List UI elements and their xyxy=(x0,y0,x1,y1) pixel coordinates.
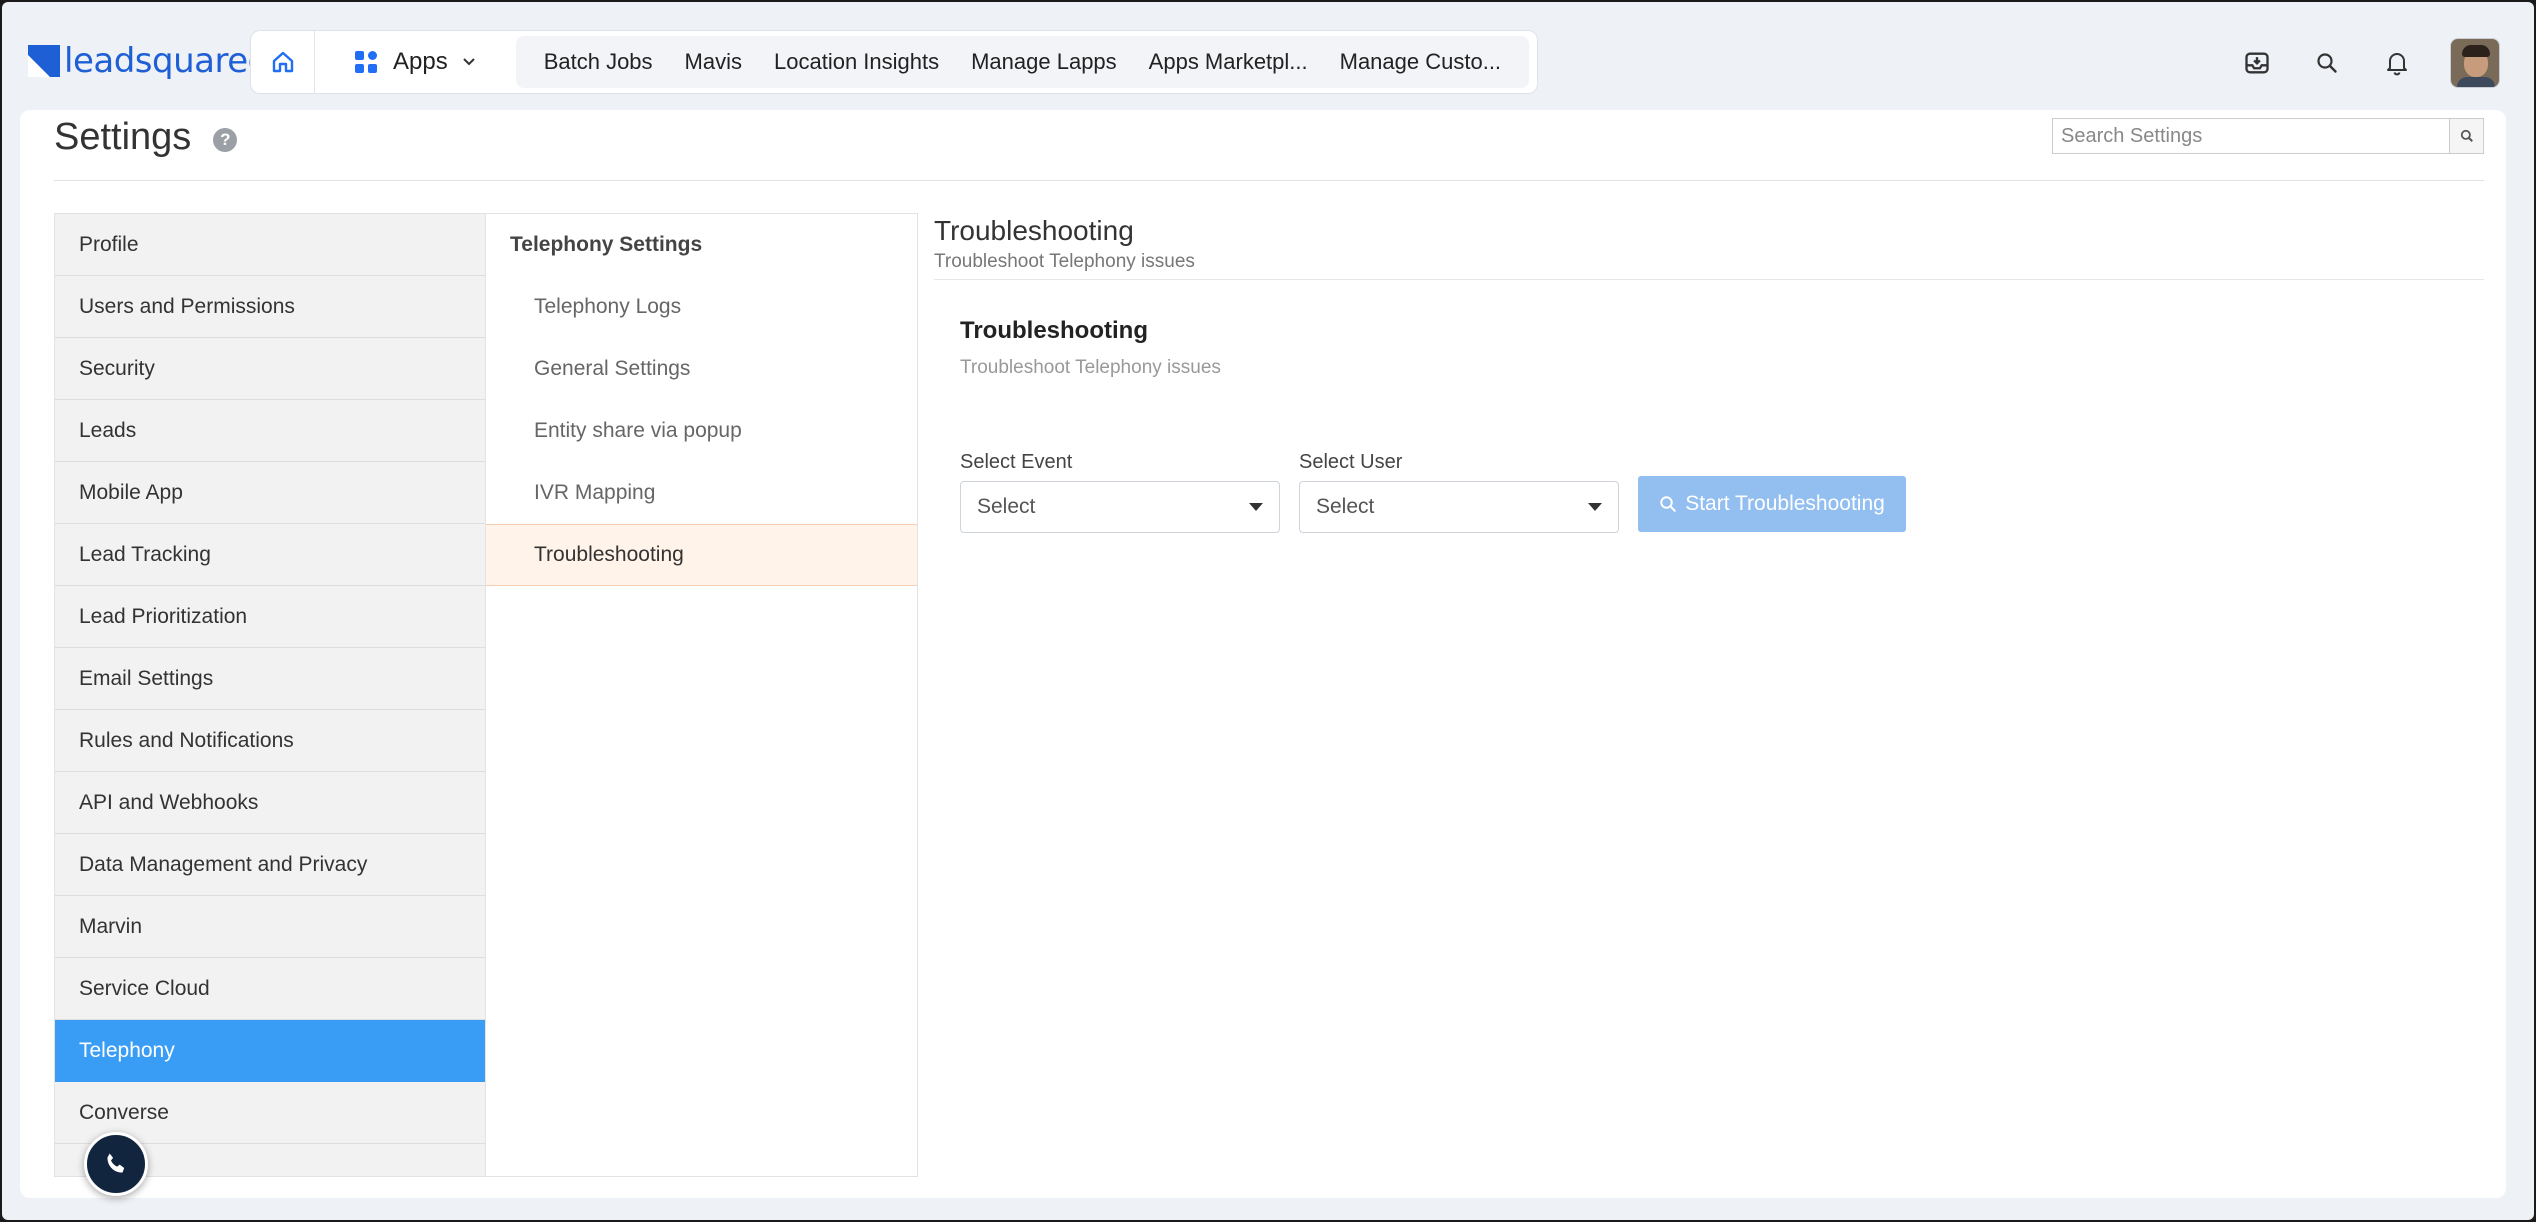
avatar[interactable] xyxy=(2450,38,2500,88)
page-title-text: Settings xyxy=(54,116,192,158)
caret-down-icon xyxy=(1249,503,1263,511)
sidebar-item-leads[interactable]: Leads xyxy=(55,400,485,462)
content-title: Troubleshooting xyxy=(934,215,1134,246)
apps-dropdown[interactable]: Apps xyxy=(315,31,506,93)
submenu-item-general-settings[interactable]: General Settings xyxy=(486,338,917,400)
sidebar-item-mobile-app[interactable]: Mobile App xyxy=(55,462,485,524)
logo-mark-icon xyxy=(28,45,60,77)
notifications-button[interactable] xyxy=(2380,46,2414,80)
chevron-down-icon xyxy=(462,58,475,66)
search-icon xyxy=(2460,129,2473,142)
app-window: leadsquared Apps Batch Jobs Mavis Locati… xyxy=(2,2,2534,1220)
select-user-dropdown[interactable]: Select xyxy=(1299,481,1619,533)
troubleshooting-heading: Troubleshooting xyxy=(960,317,1148,344)
phone-call-button[interactable] xyxy=(84,1132,148,1196)
page-title: Settings ? xyxy=(54,116,238,159)
settings-search xyxy=(2052,118,2484,154)
submenu-item-telephony-logs[interactable]: Telephony Logs xyxy=(486,276,917,338)
apps-grid-icon xyxy=(355,51,377,73)
logo-text: leadsquared xyxy=(64,41,269,81)
nav-link-apps-marketplace[interactable]: Apps Marketpl... xyxy=(1133,49,1324,75)
nav-link-mavis[interactable]: Mavis xyxy=(669,49,758,75)
phone-icon xyxy=(107,1153,125,1173)
sidebar-item-profile[interactable]: Profile xyxy=(55,214,485,276)
select-event-dropdown[interactable]: Select xyxy=(960,481,1280,533)
quick-links: Batch Jobs Mavis Location Insights Manag… xyxy=(515,36,1530,88)
search-icon xyxy=(2317,53,2337,73)
search-settings-button[interactable] xyxy=(2449,119,2483,153)
select-user-value: Select xyxy=(1316,495,1375,518)
submenu-item-entity-share[interactable]: Entity share via popup xyxy=(486,400,917,462)
home-button[interactable] xyxy=(251,31,315,93)
sidebar-item-data-management[interactable]: Data Management and Privacy xyxy=(55,834,485,896)
sidebar-item-rules-and-notifications[interactable]: Rules and Notifications xyxy=(55,710,485,772)
sidebar-item-telephony[interactable]: Telephony xyxy=(55,1020,485,1082)
sidebar-item-lead-prioritization[interactable]: Lead Prioritization xyxy=(55,586,485,648)
submenu-item-ivr-mapping[interactable]: IVR Mapping xyxy=(486,462,917,524)
select-event-value: Select xyxy=(977,495,1036,518)
help-icon[interactable]: ? xyxy=(213,127,238,152)
submenu-header: Telephony Settings xyxy=(510,233,703,256)
bell-icon xyxy=(2387,53,2407,76)
settings-card: Settings ? Profile Users and Permissions… xyxy=(20,110,2506,1198)
inbox-download-icon xyxy=(2245,52,2269,74)
content-divider xyxy=(934,279,2484,280)
sidebar-item-lead-tracking[interactable]: Lead Tracking xyxy=(55,524,485,586)
global-search-button[interactable] xyxy=(2310,46,2344,80)
sidebar-item-service-cloud[interactable]: Service Cloud xyxy=(55,958,485,1020)
nav-link-manage-lapps[interactable]: Manage Lapps xyxy=(955,49,1133,75)
home-icon xyxy=(272,51,293,73)
select-event-label: Select Event xyxy=(960,451,1073,473)
search-icon xyxy=(1659,495,1677,513)
inbox-download-button[interactable] xyxy=(2240,46,2274,80)
main-nav: Apps Batch Jobs Mavis Location Insights … xyxy=(250,30,1538,94)
settings-sidebar: Profile Users and Permissions Security L… xyxy=(54,213,486,1177)
content-subtitle: Troubleshoot Telephony issues xyxy=(934,251,1195,272)
title-divider xyxy=(54,180,2484,181)
top-right-actions xyxy=(2240,38,2500,88)
submenu-item-troubleshooting[interactable]: Troubleshooting xyxy=(486,524,917,586)
content-panel: Troubleshooting Troubleshoot Telephony i… xyxy=(934,213,2484,533)
sidebar-item-security[interactable]: Security xyxy=(55,338,485,400)
select-user-label: Select User xyxy=(1299,451,1403,473)
search-settings-input[interactable] xyxy=(2053,119,2449,153)
top-navigation-bar: leadsquared Apps Batch Jobs Mavis Locati… xyxy=(2,2,2534,110)
apps-label: Apps xyxy=(393,48,448,75)
leadsquared-logo[interactable]: leadsquared xyxy=(28,41,269,81)
sidebar-item-api-and-webhooks[interactable]: API and Webhooks xyxy=(55,772,485,834)
sidebar-item-email-settings[interactable]: Email Settings xyxy=(55,648,485,710)
nav-link-location-insights[interactable]: Location Insights xyxy=(758,49,955,75)
troubleshooting-description: Troubleshoot Telephony issues xyxy=(960,357,1221,378)
nav-link-batch-jobs[interactable]: Batch Jobs xyxy=(528,49,669,75)
sidebar-item-marvin[interactable]: Marvin xyxy=(55,896,485,958)
caret-down-icon xyxy=(1588,503,1602,511)
sidebar-item-users-and-permissions[interactable]: Users and Permissions xyxy=(55,276,485,338)
start-troubleshooting-label: Start Troubleshooting xyxy=(1685,492,1885,515)
start-troubleshooting-button[interactable]: Start Troubleshooting xyxy=(1638,476,1906,532)
nav-link-manage-custom[interactable]: Manage Custo... xyxy=(1324,49,1517,75)
telephony-submenu: Telephony Settings Telephony Logs Genera… xyxy=(486,213,918,1177)
